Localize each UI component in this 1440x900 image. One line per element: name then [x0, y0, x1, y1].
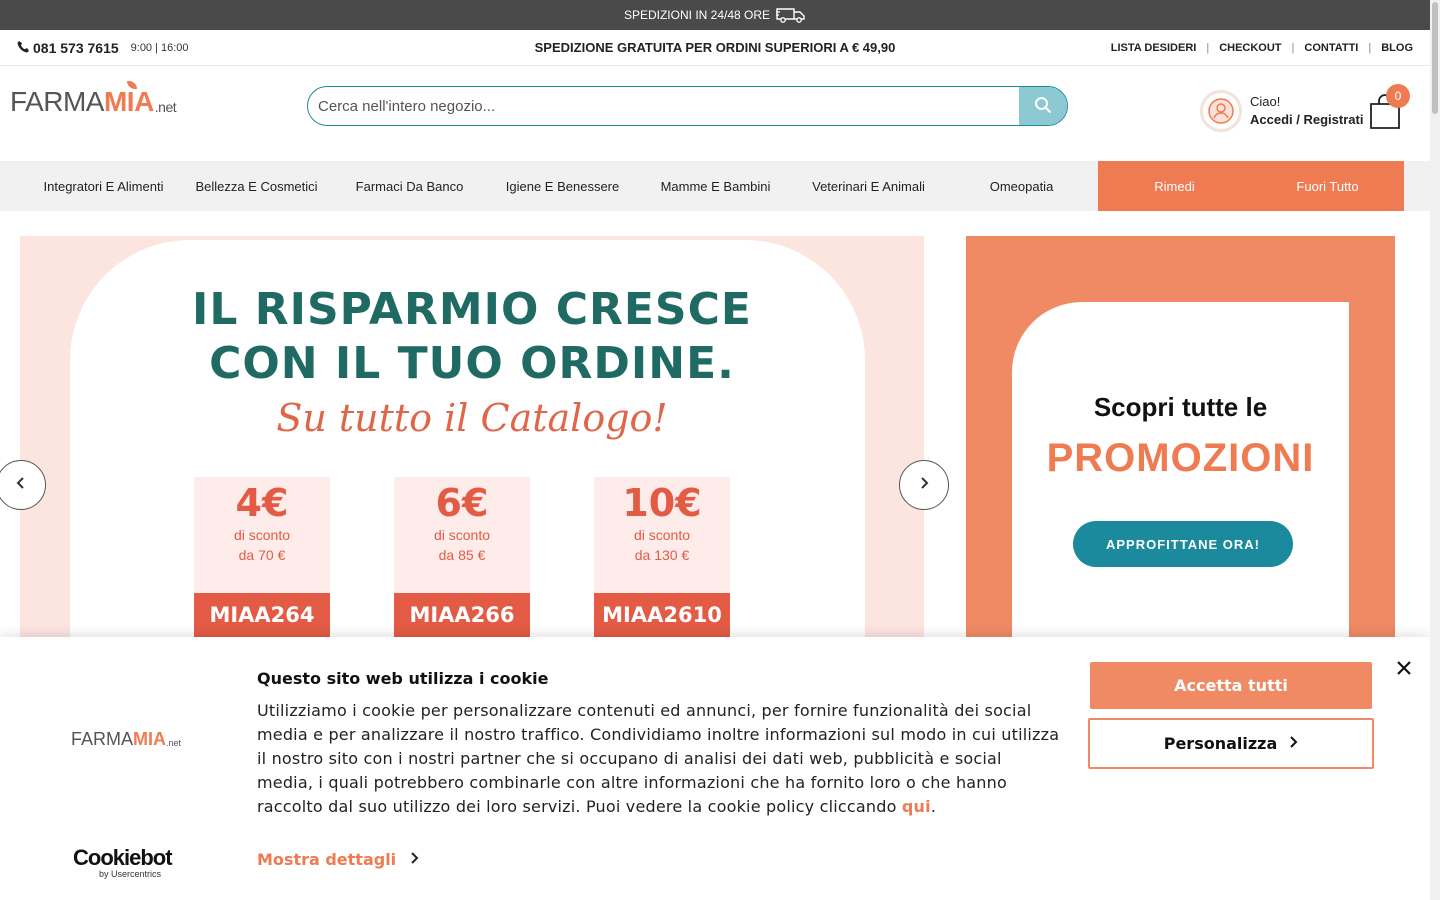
cookie-policy-link[interactable]: qui — [902, 797, 931, 816]
account-greeting: Ciao! — [1250, 94, 1281, 109]
separator: | — [1291, 41, 1295, 54]
separator: | — [1206, 41, 1210, 54]
chevron-right-icon — [410, 850, 419, 869]
cookie-site-logo: FARMA MIA .net — [71, 729, 181, 750]
nav-item-integratori[interactable]: Integratori E Alimenti — [27, 161, 180, 211]
logo-farma: FARMA — [71, 729, 134, 749]
cookie-body-text: Utilizziamo i cookie per personalizzare … — [257, 701, 1060, 816]
search-input[interactable] — [308, 87, 1019, 125]
customize-button[interactable]: Personalizza — [1088, 718, 1374, 769]
header: FARMA MIA .net Ciao! Accedi / Registrati… — [0, 66, 1430, 161]
cookiebot-by: by Usercentrics — [99, 869, 162, 879]
close-icon[interactable] — [1394, 658, 1414, 678]
search-icon — [1034, 96, 1052, 117]
coupon-amount: 6€ — [435, 481, 489, 525]
slider-next-button[interactable] — [899, 460, 949, 510]
customize-label: Personalizza — [1163, 734, 1278, 753]
coupon-label: di sconto — [233, 527, 291, 543]
nav-item-fuori-tutto[interactable]: Fuori Tutto — [1251, 161, 1404, 211]
promotions-banner[interactable]: Scopri tutte le PROMOZIONI APPROFITTANE … — [966, 236, 1395, 637]
chevron-left-icon — [15, 476, 27, 495]
coupon-amount: 10€ — [622, 481, 702, 525]
phone-contact[interactable]: 081 573 7615 9:00 | 16:00 — [17, 40, 189, 56]
cart-count-badge: 0 — [1386, 84, 1410, 108]
account-menu[interactable]: Ciao! Accedi / Registrati — [1200, 90, 1363, 132]
coupon-threshold: da 130 € — [634, 547, 690, 563]
blog-link[interactable]: BLOG — [1381, 42, 1413, 54]
login-register-link[interactable]: Accedi / Registrati — [1250, 111, 1363, 129]
checkout-link[interactable]: CHECKOUT — [1219, 42, 1281, 54]
top-links: LISTA DESIDERI | CHECKOUT | CONTATTI | B… — [1111, 42, 1413, 54]
cookie-banner: FARMA MIA .net Cookiebot by Usercentrics… — [0, 637, 1430, 900]
phone-number: 081 573 7615 — [33, 39, 119, 56]
cookiebot-name: Cookiebot — [73, 845, 173, 870]
cookie-title: Questo sito web utilizza i cookie — [257, 669, 549, 688]
accept-all-button[interactable]: Accetta tutti — [1090, 662, 1372, 709]
opening-hours: 9:00 | 16:00 — [130, 41, 189, 54]
chevron-right-icon — [1289, 734, 1298, 753]
nav-item-igiene[interactable]: Igiene E Benessere — [486, 161, 639, 211]
promo-highlight: PROMOZIONI — [1046, 436, 1315, 480]
promo-title: Scopri tutte le — [1093, 392, 1268, 422]
coupon-card: 10€ di sconto da 130 € MIAA2610 — [594, 477, 730, 637]
contacts-link[interactable]: CONTATTI — [1304, 42, 1358, 54]
separator: | — [1368, 41, 1372, 54]
coupon-code: MIAA264 — [194, 593, 330, 637]
show-details-button[interactable]: Mostra dettagli — [257, 850, 419, 869]
promo-cta-button[interactable]: APPROFITTANE ORA! — [1073, 521, 1293, 567]
logo-net: .net — [154, 99, 177, 115]
nav-item-bellezza[interactable]: Bellezza E Cosmetici — [180, 161, 333, 211]
coupon-threshold: da 70 € — [238, 547, 286, 563]
chevron-right-icon — [918, 476, 930, 495]
main-navigation: Integratori E Alimenti Bellezza E Cosmet… — [0, 161, 1430, 211]
hero-slider[interactable]: IL RISPARMIO CRESCE CON IL TUO ORDINE. S… — [20, 236, 924, 637]
user-icon — [1200, 90, 1242, 132]
coupon-code: MIAA2610 — [594, 593, 730, 637]
truck-icon — [775, 7, 806, 23]
logo-mia: MIA — [103, 86, 154, 117]
nav-item-omeopatia[interactable]: Omeopatia — [945, 161, 1098, 211]
phone-icon — [17, 40, 29, 56]
announcement-text: SPEDIZIONI IN 24/48 ORE — [623, 8, 771, 22]
logo-farma: FARMA — [10, 86, 104, 117]
nav-item-veterinari[interactable]: Veterinari E Animali — [792, 161, 945, 211]
show-details-label: Mostra dettagli — [257, 850, 397, 869]
page-scrollbar[interactable] — [1430, 0, 1440, 900]
coupon-amount: 4€ — [235, 481, 289, 525]
cookie-body: Utilizziamo i cookie per personalizzare … — [257, 701, 1060, 816]
coupon-threshold: da 85 € — [438, 547, 486, 563]
search-bar — [307, 86, 1068, 126]
wishlist-link[interactable]: LISTA DESIDERI — [1111, 42, 1197, 54]
slide-headline-2: CON IL TUO ORDINE. — [209, 338, 735, 389]
top-bar: 081 573 7615 9:00 | 16:00 SPEDIZIONE GRA… — [0, 30, 1430, 66]
coupon-label: di sconto — [633, 527, 691, 543]
coupon-card: 6€ di sconto da 85 € MIAA266 — [394, 477, 530, 637]
coupon-label: di sconto — [433, 527, 491, 543]
scrollbar-thumb[interactable] — [1432, 2, 1438, 114]
search-button[interactable] — [1019, 87, 1067, 125]
slide-subtitle: Su tutto il Catalogo! — [276, 396, 668, 440]
cart-button[interactable]: 0 — [1368, 84, 1410, 134]
slide-headline-1: IL RISPARMIO CRESCE — [192, 284, 752, 335]
site-logo[interactable]: FARMA MIA .net — [10, 81, 177, 118]
nav-item-mamme[interactable]: Mamme E Bambini — [639, 161, 792, 211]
shopping-bag-icon — [1368, 94, 1402, 134]
coupon-code: MIAA266 — [394, 593, 530, 637]
nav-item-rimedi[interactable]: Rimedi — [1098, 161, 1251, 211]
logo-net: .net — [166, 738, 182, 748]
logo-mia: MIA — [133, 729, 167, 749]
cookiebot-logo: Cookiebot by Usercentrics — [73, 845, 173, 879]
coupon-card: 4€ di sconto da 70 € MIAA264 — [194, 477, 330, 637]
announcement-bar: SPEDIZIONI IN 24/48 ORE — [0, 0, 1430, 30]
nav-item-farmaci[interactable]: Farmaci Da Banco — [333, 161, 486, 211]
